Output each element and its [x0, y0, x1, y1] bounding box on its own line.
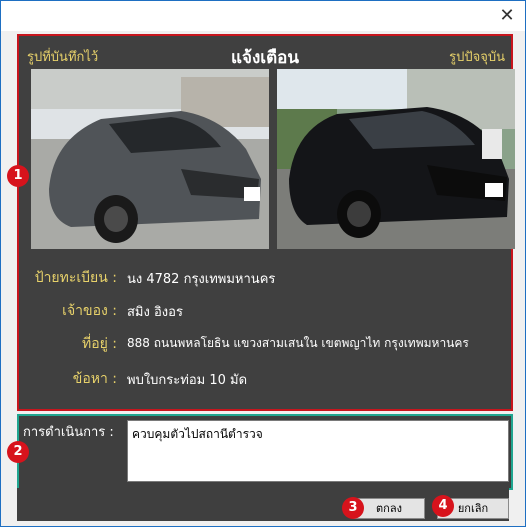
badge-3: 3	[342, 497, 364, 519]
close-icon[interactable]: ✕	[497, 6, 517, 26]
action-input[interactable]	[127, 420, 509, 482]
alert-panel: รูปที่บันทึกไว้ แจ้งเตือน รูปปัจจุบัน ป้…	[17, 34, 515, 411]
action-panel: การดำเนินการ :	[17, 414, 513, 490]
badge-1: 1	[7, 165, 29, 187]
saved-car-photo	[31, 69, 269, 249]
title-bar: ✕	[1, 1, 525, 31]
alert-dialog-window: ✕ รูปที่บันทึกไว้ แจ้งเตือน รูปปัจจุบัน	[0, 0, 526, 527]
current-car-photo	[277, 69, 515, 249]
address-label: ที่อยู่ :	[81, 336, 117, 352]
charge-value: พบใบกระท่อม 10 มัด	[127, 373, 248, 388]
owner-label: เจ้าของ :	[62, 303, 117, 319]
plate-label: ป้ายทะเบียน :	[34, 270, 117, 286]
action-label: การดำเนินการ :	[23, 425, 114, 440]
plate-value: นง 4782 กรุงเทพมหานคร	[127, 272, 276, 287]
current-photo-header: รูปปัจจุบัน	[449, 50, 505, 65]
address-value: 888 ถนนพหลโยธิน แขวงสามเสนใน เขตพญาไท กร…	[127, 336, 469, 350]
badge-2: 2	[7, 441, 29, 463]
charge-label: ข้อหา :	[72, 371, 117, 387]
badge-4: 4	[432, 495, 454, 517]
owner-value: สมิง อิงอร	[127, 305, 183, 320]
alert-title: แจ้งเตือน	[231, 48, 299, 68]
